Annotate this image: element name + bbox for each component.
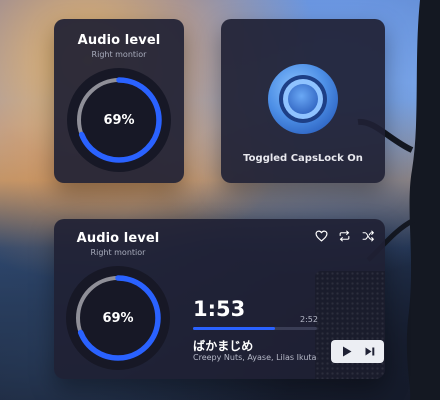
next-button[interactable] [360, 342, 379, 361]
song-artists: Creepy Nuts, Ayase, Lilas Ikuta [193, 353, 317, 362]
audio-level-value: 69% [103, 112, 135, 128]
audio-level-widget: Audio level Right montior 69% [54, 19, 184, 183]
next-track-icon [365, 347, 374, 356]
play-icon [342, 346, 351, 357]
capslock-icon [267, 63, 339, 135]
player-subtitle: Right montior [90, 248, 146, 257]
shuffle-icon [362, 230, 374, 242]
song-title: ばかまじめ [193, 339, 254, 353]
audio-level-title: Audio level [77, 33, 161, 48]
total-time: 2:52 [300, 315, 318, 324]
progress-fill [193, 327, 275, 330]
capslock-message: Toggled CapsLock On [243, 153, 363, 164]
repeat-icon [339, 230, 349, 242]
player-title: Audio level [76, 231, 160, 246]
capslock-widget: Toggled CapsLock On [221, 19, 385, 183]
heart-icon [314, 230, 328, 242]
current-time: 1:53 [193, 297, 246, 321]
audio-level-subtitle: Right montior [91, 50, 147, 59]
progress-bar[interactable] [193, 327, 317, 330]
repeat-button[interactable] [335, 227, 353, 245]
like-button[interactable] [312, 227, 330, 245]
player-level-gauge: 69% [65, 265, 171, 371]
player-level-value: 69% [102, 310, 134, 326]
media-player-widget: Audio level Right montior 69% 1:53 2:52 … [54, 219, 385, 379]
shuffle-button[interactable] [359, 227, 377, 245]
play-button[interactable] [337, 342, 356, 361]
audio-level-gauge: 69% [66, 67, 172, 173]
